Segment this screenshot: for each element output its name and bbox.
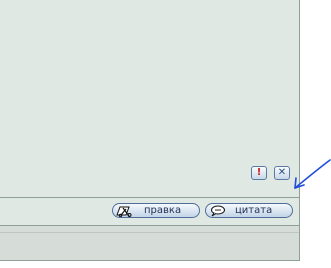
edit-button[interactable]: правка [112, 203, 200, 218]
exclamation-icon: ! [256, 167, 262, 178]
bottom-bar [0, 225, 300, 261]
close-icon: ✕ [277, 167, 287, 178]
edit-icon [116, 206, 132, 217]
bottom-divider [0, 232, 299, 233]
edit-button-label: правка [144, 205, 182, 216]
report-button[interactable]: ! [251, 166, 267, 180]
quote-button[interactable]: цитата [205, 203, 293, 218]
quote-button-label: цитата [235, 205, 273, 216]
quote-icon [211, 205, 225, 217]
arrow-annotation-icon [294, 159, 331, 189]
